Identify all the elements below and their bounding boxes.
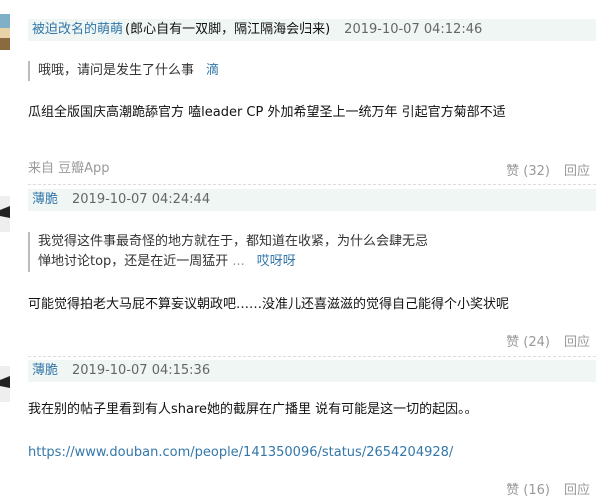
quote-text: 惮地讨论top，还是在近一周猛开 <box>38 254 229 269</box>
source-label: 来自 <box>28 161 55 176</box>
avatar[interactable] <box>0 196 10 232</box>
reply-button[interactable]: 回应 <box>564 335 590 350</box>
comment-time: 2019-10-07 04:15:36 <box>72 363 211 378</box>
comment-link-row: https://www.douban.com/people/141350096/… <box>28 443 453 463</box>
avatar[interactable] <box>0 14 10 50</box>
comment-header: 薄脆 2019-10-07 04:24:44 <box>28 189 596 211</box>
quote-text: 哦哦，请问是发生了什么事 <box>38 63 195 78</box>
comment-content: 我在别的帖子里看到有人share她的截屏在广播里 说有可能是这一切的起因。。 <box>28 402 478 417</box>
quote-text-line: 惮地讨论top，还是在近一周猛开... 哎呀呀 <box>38 252 428 272</box>
comment-header: 被迫改名的萌萌 (郎心自有一双脚，隔江隔海会归来) 2019-10-07 04:12… <box>28 19 596 41</box>
status-link[interactable]: https://www.douban.com/people/141350096/… <box>28 445 453 460</box>
comment-actions: 赞 (24) 回应 <box>506 334 590 352</box>
author-name[interactable]: 薄脆 <box>28 363 58 378</box>
comment-thread: 被迫改名的萌萌 (郎心自有一双脚，隔江隔海会归来) 2019-10-07 04:12… <box>0 0 606 497</box>
like-button[interactable]: 赞 (16) <box>506 483 550 497</box>
author-name[interactable]: 薄脆 <box>28 192 58 207</box>
reply-button[interactable]: 回应 <box>564 164 590 179</box>
quote-expand[interactable]: ... <box>232 254 244 269</box>
quote-author[interactable]: 滴 <box>206 63 219 78</box>
quote-text-line: 我觉得这件事最奇怪的地方就在于，都知道在收紧，为什么会肆无忌 <box>38 234 429 249</box>
comment-time: 2019-10-07 04:24:44 <box>72 192 211 207</box>
author-signature: (郎心自有一双脚，隔江隔海会归来) <box>125 22 331 37</box>
comment-actions: 赞 (32) 回应 <box>506 163 590 181</box>
source-app-link[interactable]: 豆瓣App <box>58 161 109 176</box>
quoted-reply: 我觉得这件事最奇怪的地方就在于，都知道在收紧，为什么会肆无忌 惮地讨论top，还… <box>28 232 428 272</box>
comment-content: 瓜组全版国庆高潮跪舔官方 嗑leader CP 外加希望圣上一统万年 引起官方菊… <box>28 105 506 120</box>
comment-time: 2019-10-07 04:12:46 <box>344 22 483 37</box>
comment-divider <box>28 356 596 357</box>
comment-content: 可能觉得拍老大马屁不算妄议朝政吧……没准儿还喜滋滋的觉得自己能得个小奖状呢 <box>28 297 510 312</box>
like-button[interactable]: 赞 (32) <box>506 164 550 179</box>
avatar[interactable] <box>0 366 10 402</box>
comment-header: 薄脆 2019-10-07 04:15:36 <box>28 360 596 382</box>
like-button[interactable]: 赞 (24) <box>506 335 550 350</box>
reply-button[interactable]: 回应 <box>564 483 590 497</box>
comment-actions: 赞 (16) 回应 <box>506 482 590 497</box>
quoted-reply: 哦哦，请问是发生了什么事滴 <box>28 61 219 81</box>
author-name[interactable]: 被迫改名的萌萌 <box>28 22 123 37</box>
comment-source: 来自 豆瓣App <box>28 160 110 178</box>
quote-author[interactable]: 哎呀呀 <box>257 254 296 269</box>
comment-divider <box>28 184 596 185</box>
